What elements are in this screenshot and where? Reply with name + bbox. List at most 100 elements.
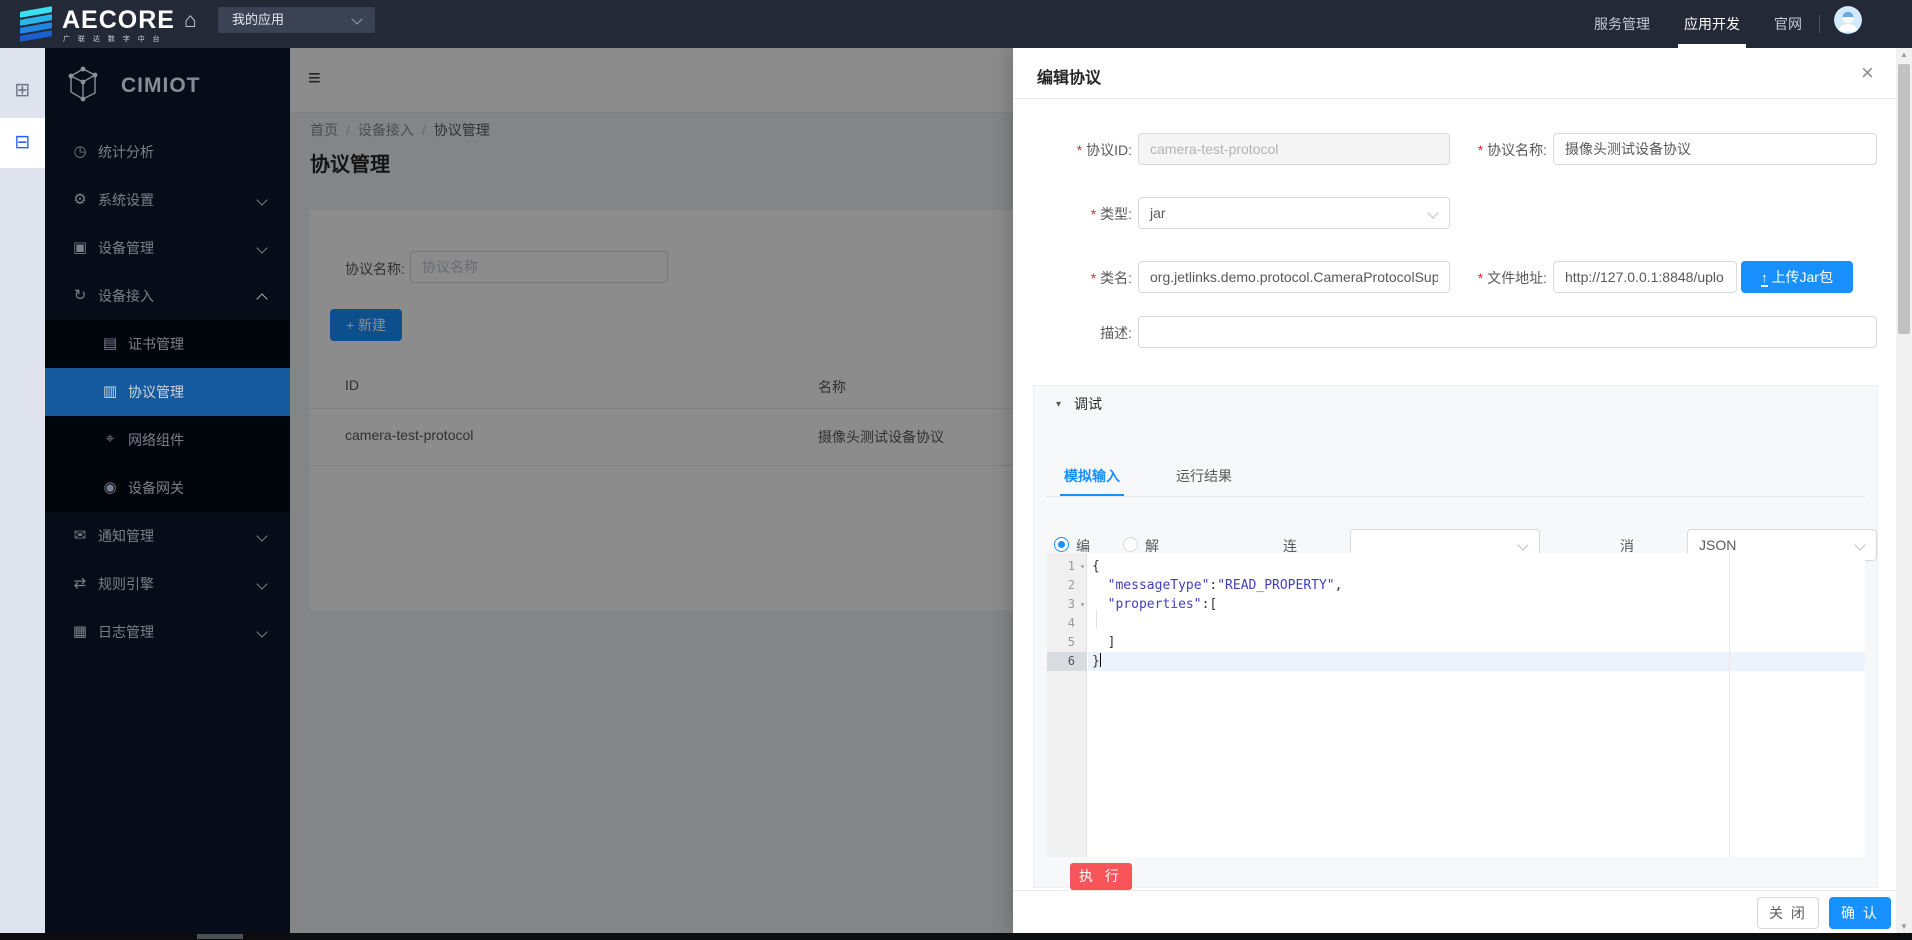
menu-icon: ⚙	[70, 190, 90, 208]
app-window-icon: ⊟	[15, 132, 31, 153]
run-button[interactable]: 执 行	[1070, 863, 1132, 890]
app-select-value: 我的应用	[232, 12, 284, 27]
menu-icon: ▤	[100, 334, 120, 352]
menu-icon: ▥	[100, 382, 120, 400]
home-icon[interactable]: ⌂	[184, 9, 197, 33]
code-token: :[	[1202, 597, 1218, 612]
text-cursor	[1100, 653, 1101, 667]
file-url-input[interactable]	[1553, 261, 1737, 293]
upload-jar-button[interactable]: ↑上传Jar包	[1741, 261, 1853, 293]
fold-caret-icon[interactable]: ▾	[1080, 595, 1085, 614]
menu-icon: ◉	[100, 478, 120, 496]
product-logo: CIMIOT	[61, 62, 281, 112]
menu-icon: ▦	[70, 622, 90, 640]
sidebar-item-证书管理[interactable]: ▤证书管理	[45, 320, 290, 368]
logo-subtext: 广 联 达 数 字 中 台	[63, 34, 163, 44]
sidebar-item-设备接入[interactable]: ↻设备接入	[45, 272, 290, 320]
horizontal-scrollbar[interactable]	[0, 933, 1912, 940]
tab-运行结果[interactable]: 运行结果	[1176, 466, 1232, 496]
tab-模拟输入[interactable]: 模拟输入	[1064, 466, 1120, 496]
indent-guide-line	[1096, 610, 1097, 629]
description-input[interactable]	[1138, 316, 1877, 348]
sidebar: CIMIOT ◷统计分析 ⚙ 系统设置 ▣设备管理↻设备接入▤证书管理▥协议管理⌖网络…	[45, 48, 290, 933]
menu-icon: ↻	[70, 286, 90, 304]
debug-panel: ▾ 调试 模拟输入运行结果 编码解码 连接类型: 消息类型: JSON 1▾23…	[1033, 385, 1878, 888]
sidebar-item-设备网关[interactable]: ◉ 设备网关	[45, 464, 290, 512]
caret-down-icon[interactable]: ▾	[1056, 399, 1061, 410]
menu-icon: ▣	[70, 238, 90, 256]
code-line-1: {	[1088, 557, 1865, 576]
description-label: 描述:	[1088, 323, 1132, 343]
aecore-logo-icon	[18, 7, 56, 41]
sidebar-item-设备管理[interactable]: ▣设备管理	[45, 224, 290, 272]
fold-caret-icon[interactable]: ▾	[1080, 557, 1085, 576]
debug-section-label[interactable]: 调试	[1074, 394, 1102, 414]
scroll-up-arrow-icon[interactable]: ▲	[1896, 50, 1912, 59]
divider	[1013, 98, 1896, 99]
protocol-name-input[interactable]	[1553, 133, 1877, 165]
edit-protocol-drawer: 编辑协议 × 协议ID: camera-test-protocol 协议名称: …	[1013, 48, 1896, 933]
protocol-id-input: camera-test-protocol	[1138, 133, 1450, 165]
class-name-label: 类名:	[1088, 268, 1132, 288]
sidebar-item-通知管理[interactable]: ✉通知管理	[45, 512, 290, 560]
apps-grid-icon: ⊞	[15, 80, 31, 101]
gutter-line-5: 5	[1047, 633, 1087, 652]
scrollbar-thumb[interactable]	[1898, 64, 1910, 334]
code-token: }	[1092, 654, 1100, 669]
sidebar-item-label: 系统设置	[98, 190, 154, 210]
code-token	[1092, 578, 1108, 593]
code-token: "properties"	[1108, 597, 1202, 612]
chevron-down-icon	[256, 626, 267, 637]
protocol-id-label: 协议ID:	[1072, 140, 1132, 160]
topbar-nav-item-0[interactable]: 服务管理	[1594, 0, 1650, 48]
chevron-down-icon	[1517, 539, 1528, 550]
sidebar-item-系统设置[interactable]: ⚙ 系统设置	[45, 176, 290, 224]
gutter-line-4: 4	[1047, 614, 1087, 633]
menu-icon: ◷	[70, 142, 90, 160]
gutter-line-1: 1▾	[1047, 557, 1087, 576]
class-name-input[interactable]	[1138, 261, 1450, 293]
menu-icon: ⇄	[70, 574, 90, 592]
chevron-down-icon	[256, 578, 267, 589]
chevron-down-icon	[256, 530, 267, 541]
app-root: AECORE 广 联 达 数 字 中 台 ⌂ 我的应用 服务管理应用开发官网 ⊞…	[0, 0, 1912, 940]
chevron-down-icon	[256, 242, 267, 253]
print-margin-line	[1729, 553, 1730, 857]
rail-apps-grid-icon[interactable]: ⊞	[0, 66, 45, 116]
confirm-button[interactable]: 确 认	[1829, 897, 1891, 929]
scroll-down-arrow-icon[interactable]: ▼	[1896, 922, 1912, 931]
code-editor[interactable]: 1▾23▾456 { "messageType":"READ_PROPERTY"…	[1047, 553, 1865, 857]
code-token: {	[1092, 559, 1100, 574]
code-line-2: "messageType":"READ_PROPERTY",	[1088, 576, 1865, 595]
menu-icon: ⌖	[100, 430, 120, 447]
horizontal-scrollbar-thumb[interactable]	[197, 934, 243, 939]
type-select[interactable]: jar	[1138, 197, 1450, 229]
code-token: ,	[1335, 578, 1343, 593]
chevron-down-icon	[351, 13, 362, 24]
gutter-line-2: 2	[1047, 576, 1087, 595]
avatar[interactable]	[1834, 6, 1862, 34]
sidebar-item-日志管理[interactable]: ▦日志管理	[45, 608, 290, 656]
topbar-nav: 服务管理应用开发官网	[1594, 0, 1802, 48]
sidebar-item-网络组件[interactable]: ⌖网络组件	[45, 416, 290, 464]
topbar-nav-item-2[interactable]: 官网	[1774, 0, 1802, 48]
rail-app-window-icon[interactable]: ⊟	[0, 118, 45, 168]
sidebar-item-协议管理[interactable]: ▥协议管理	[45, 368, 290, 416]
app-select[interactable]: 我的应用	[218, 7, 375, 33]
code-token	[1092, 597, 1108, 612]
sidebar-item-label: 设备网关	[128, 478, 184, 498]
upload-button-label: 上传Jar包	[1772, 269, 1833, 285]
sidebar-item-规则引擎[interactable]: ⇄规则引擎	[45, 560, 290, 608]
type-select-value: jar	[1150, 205, 1166, 221]
sidebar-item-统计分析[interactable]: ◷统计分析	[45, 128, 290, 176]
footer-divider	[1013, 890, 1896, 891]
gutter-line-6: 6	[1047, 652, 1087, 671]
close-icon[interactable]: ×	[1861, 60, 1874, 86]
close-button[interactable]: 关 闭	[1757, 897, 1819, 929]
topbar-nav-item-1[interactable]: 应用开发	[1684, 0, 1740, 48]
radio-解码[interactable]	[1123, 537, 1138, 552]
vertical-scrollbar[interactable]: ▲ ▼	[1896, 48, 1912, 933]
radio-编码[interactable]	[1054, 537, 1069, 552]
code-line-5: ]	[1088, 633, 1865, 652]
nav-divider	[1819, 15, 1820, 33]
